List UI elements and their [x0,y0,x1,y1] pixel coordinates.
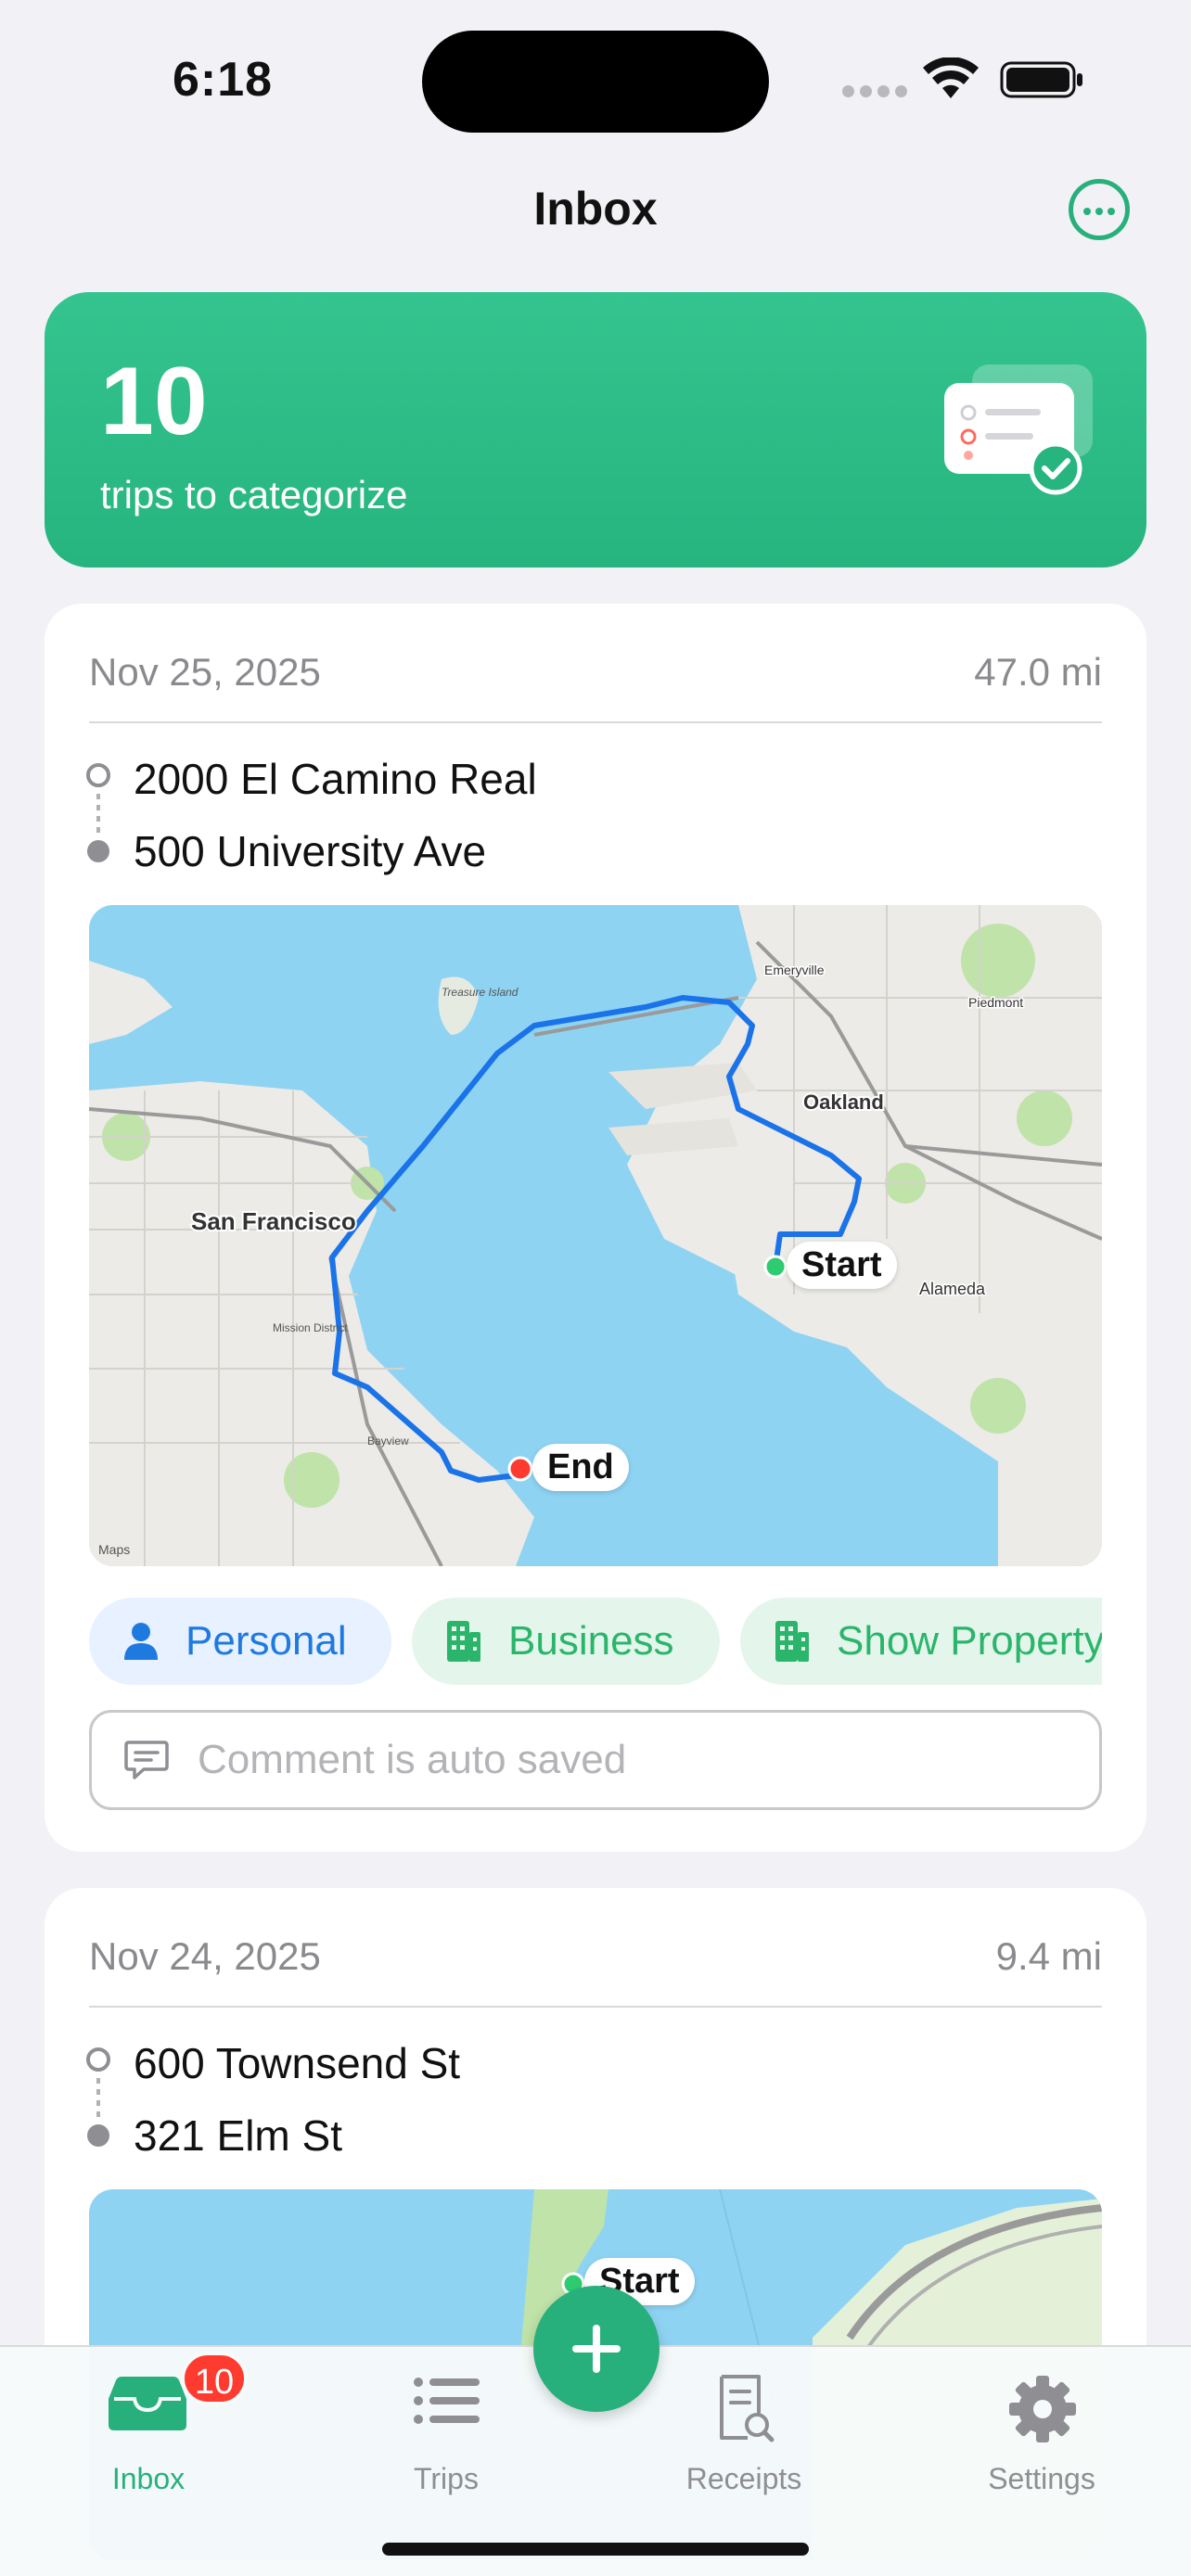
more-options-button[interactable] [1069,179,1130,240]
person-icon [124,1623,158,1660]
tab-settings-label: Settings [988,2462,1095,2495]
gear-icon [1009,2376,1076,2442]
tab-inbox-label: Inbox [111,2462,186,2495]
map-label-bayview: Bayview [367,1435,409,1447]
uncategorized-count: 10 [100,348,208,455]
category-personal-label: Personal [186,1618,347,1664]
trip-map[interactable]: San Francisco Oakland Alameda Emeryville… [89,905,1102,1566]
route-connector [96,794,100,835]
inbox-badge: 10 [181,2352,248,2405]
divider [89,721,1102,723]
category-show-property-label: Show Property [837,1618,1102,1664]
trip-destination: 500 University Ave [134,827,487,875]
map-label-treasure-island: Treasure Island [442,986,519,999]
tab-settings[interactable]: Settings [949,2347,1134,2495]
receipt-search-icon [720,2375,775,2442]
dynamic-island [422,31,769,133]
map-start-label: Start [787,1242,897,1289]
list-icon [414,2378,480,2424]
route-connector [96,2078,100,2119]
wifi-icon [923,57,979,98]
origin-marker-icon [86,763,110,787]
trip-card[interactable]: Nov 25, 2025 47.0 mi 2000 El Camino Real… [45,604,1146,1852]
checklist-icon [944,364,1093,495]
map-label-sf: San Francisco [191,1207,356,1235]
tab-trips[interactable]: Trips [353,2347,539,2495]
page-title: Inbox [533,183,658,235]
comment-placeholder: Comment is auto saved [198,1737,627,1782]
map-label-mission: Mission District [273,1321,348,1334]
category-business-label: Business [508,1618,674,1664]
category-show-property-button[interactable]: Show Property [740,1598,1102,1685]
status-time: 6:18 [173,53,274,107]
category-chips: Personal Business Show Property [89,1598,1102,1687]
tab-receipts-label: Receipts [685,2462,802,2495]
origin-marker-icon [86,2047,110,2072]
destination-marker-icon [87,2124,109,2147]
destination-marker-icon [87,840,109,862]
map-end-label: End [532,1444,629,1491]
trip-distance: 47.0 mi [974,650,1102,694]
trip-date: Nov 24, 2025 [89,1934,321,1978]
status-bar: 6:18 [0,0,1191,139]
comment-icon [124,1741,169,1779]
category-business-button[interactable]: Business [412,1598,720,1685]
battery-icon [1000,61,1082,98]
cellular-signal-icon [842,85,907,98]
map-label-alameda: Alameda [919,1280,986,1298]
divider [89,2006,1102,2008]
trip-origin: 600 Townsend St [134,2039,461,2087]
trip-distance: 9.4 mi [995,1934,1102,1978]
trip-origin: 2000 El Camino Real [134,755,537,803]
comment-field[interactable]: Comment is auto saved [89,1710,1102,1810]
building-icon [775,1621,809,1662]
uncategorized-label: trips to categorize [100,473,408,516]
inbox-tray-icon [109,2377,186,2430]
uncategorized-summary-card[interactable]: 10 trips to categorize [45,292,1146,567]
tab-trips-label: Trips [414,2462,479,2495]
category-personal-button[interactable]: Personal [89,1598,391,1685]
trip-destination: 321 Elm St [134,2111,342,2160]
add-trip-button[interactable] [533,2286,660,2412]
building-icon [447,1621,480,1662]
map-attribution: Maps [98,1542,130,1557]
map-label-piedmont: Piedmont [968,995,1023,1010]
map-label-emeryville: Emeryville [764,963,825,977]
tab-receipts[interactable]: Receipts [651,2347,837,2495]
home-indicator[interactable] [382,2543,809,2556]
map-label-oakland: Oakland [803,1090,884,1114]
trip-date: Nov 25, 2025 [89,650,321,694]
